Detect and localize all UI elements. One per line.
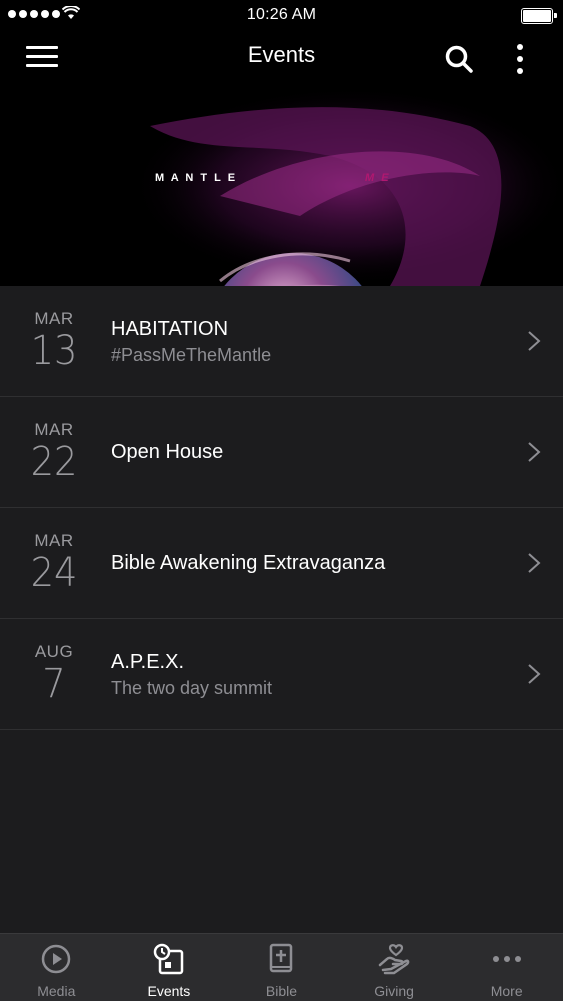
page-title: Events	[247, 42, 316, 67]
tab-events[interactable]: Events	[113, 934, 226, 1001]
event-month: AUG	[34, 642, 74, 661]
wifi-icon	[62, 6, 80, 19]
calendar-clock-icon	[153, 943, 184, 975]
event-date: MAR 13	[22, 308, 86, 372]
event-month: MAR	[34, 531, 74, 550]
tab-label: Media	[37, 983, 76, 999]
svg-text:M E: M E	[365, 172, 391, 184]
event-title: Bible Awakening Extravaganza	[111, 552, 386, 574]
event-list: MAR 13 HABITATION #PassMeTheMantle MAR 2…	[0, 286, 563, 730]
featured-event-banner[interactable]: M A N T L E M E	[0, 86, 563, 286]
event-title: Open House	[111, 441, 224, 463]
tab-label: Giving	[374, 983, 414, 999]
tab-more[interactable]: More	[450, 934, 563, 1001]
tab-giving[interactable]: Giving	[338, 934, 451, 1001]
event-row-apex[interactable]: AUG 7 A.P.E.X. The two day summit	[0, 619, 563, 730]
event-date: AUG 7	[22, 641, 86, 705]
chevron-right-icon	[528, 664, 541, 684]
search-icon[interactable]	[444, 44, 474, 74]
event-subtitle: The two day summit	[111, 678, 273, 698]
battery-icon	[521, 8, 557, 24]
nav-bar: Events	[0, 30, 563, 86]
event-month: MAR	[34, 420, 74, 439]
event-day: 24	[30, 550, 78, 596]
event-subtitle: #PassMeTheMantle	[111, 345, 272, 365]
play-circle-icon	[42, 944, 71, 974]
event-date: MAR 22	[22, 419, 86, 483]
tab-bible[interactable]: Bible	[225, 934, 338, 1001]
more-options-icon[interactable]	[510, 42, 530, 76]
status-time: 10:26 AM	[246, 6, 317, 23]
tab-label: Events	[147, 983, 191, 999]
chevron-right-icon	[528, 331, 541, 351]
chevron-right-icon	[528, 442, 541, 462]
event-row-bible-awakening[interactable]: MAR 24 Bible Awakening Extravaganza	[0, 508, 563, 619]
signal-strength-icon	[8, 10, 60, 18]
status-bar: 10:26 AM	[0, 0, 563, 30]
event-day: 22	[30, 439, 78, 485]
tab-bar: Media Events Bible Giving More	[0, 933, 563, 1001]
event-row-open-house[interactable]: MAR 22 Open House	[0, 397, 563, 508]
tab-label: More	[490, 983, 523, 999]
more-dots-icon	[492, 956, 521, 962]
chevron-right-icon	[528, 553, 541, 573]
event-day: 7	[42, 661, 66, 707]
event-date: MAR 24	[22, 530, 86, 594]
bible-icon	[270, 943, 293, 973]
event-title: A.P.E.X.	[111, 651, 185, 673]
svg-text:M A N T L E: M A N T L E	[155, 172, 237, 184]
event-title: HABITATION	[111, 318, 229, 340]
giving-hand-icon	[378, 944, 410, 975]
event-month: MAR	[34, 309, 74, 328]
event-row-habitation[interactable]: MAR 13 HABITATION #PassMeTheMantle	[0, 286, 563, 397]
tab-media[interactable]: Media	[0, 934, 113, 1001]
tab-label: Bible	[265, 983, 298, 999]
mantle-artwork: M A N T L E M E	[0, 86, 563, 286]
event-day: 13	[30, 328, 78, 374]
